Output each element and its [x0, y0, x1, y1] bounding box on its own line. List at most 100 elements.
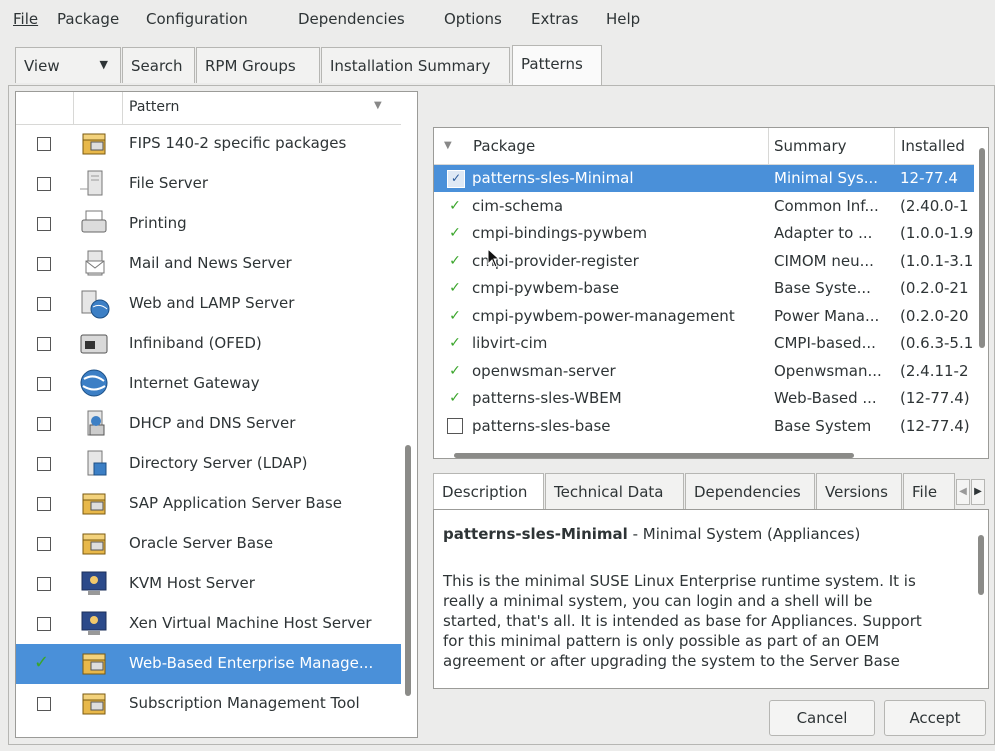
menu-options[interactable]: Options [444, 10, 502, 28]
sort-chevron-icon: ▼ [444, 140, 452, 151]
tab-scroll-right-icon[interactable]: ▶ [971, 479, 985, 505]
auto-install-icon[interactable]: ✓ [447, 335, 463, 351]
package-icon [78, 647, 110, 679]
auto-install-icon[interactable]: ✓ [447, 308, 463, 324]
package-row[interactable]: ✓ cim-schema Common Inf... (2.40.0-1 [434, 193, 974, 220]
package-row[interactable]: ✓ cmpi-bindings-pywbem Adapter to ... (1.0.… [434, 220, 974, 247]
pattern-row[interactable]: File Server [16, 164, 401, 204]
menu-bar: File Package Configuration Dependencies … [0, 0, 995, 40]
package-row[interactable]: ✓ cmpi-pywbem-base Base Syste... (0.2.0-21 [434, 275, 974, 302]
tab-installation-summary[interactable]: Installation Summary [321, 47, 510, 83]
package-summary: Power Mana... [774, 306, 880, 325]
package-row[interactable]: ✓ patterns-sles-Minimal Minimal Sys... 12-7… [434, 165, 974, 192]
pattern-checkbox[interactable] [37, 257, 51, 271]
pattern-row[interactable]: Mail and News Server [16, 244, 401, 284]
tab-technical-data[interactable]: Technical Data [545, 473, 684, 509]
pattern-row[interactable]: Internet Gateway [16, 364, 401, 404]
package-table: ▼ Package Summary Installed ✓ patterns-sl… [433, 127, 989, 459]
installed-checkbox-icon[interactable]: ✓ [447, 170, 465, 188]
package-row[interactable]: patterns-sles-base Base System (12-77.4) [434, 413, 974, 440]
pattern-checkbox[interactable] [37, 577, 51, 591]
package-table-header: ▼ Package Summary Installed [434, 128, 974, 165]
pattern-checkbox[interactable] [37, 337, 51, 351]
package-name: libvirt-cim [472, 334, 548, 352]
auto-install-icon[interactable]: ✓ [447, 198, 463, 214]
pattern-row[interactable]: Infiniband (OFED) [16, 324, 401, 364]
pattern-row[interactable]: Oracle Server Base [16, 524, 401, 564]
accept-button[interactable]: Accept [884, 700, 986, 736]
package-column-header[interactable]: Package [473, 137, 535, 155]
auto-install-icon[interactable]: ✓ [447, 280, 463, 296]
package-vscrollbar[interactable] [979, 148, 985, 348]
pattern-row[interactable]: DHCP and DNS Server [16, 404, 401, 444]
description-line: agreement or after upgrading the system … [443, 652, 900, 670]
tab-search[interactable]: Search [122, 47, 195, 83]
package-checkbox[interactable] [447, 417, 463, 434]
pattern-column-header[interactable]: Pattern [129, 99, 179, 115]
description-panel: patterns-sles-Minimal - Minimal System (… [433, 509, 989, 689]
chevron-down-icon: ▼ [99, 58, 108, 71]
cancel-button[interactable]: Cancel [769, 700, 875, 736]
pattern-checkbox[interactable] [37, 697, 51, 711]
pattern-checkbox[interactable] [37, 457, 51, 471]
package-hscrollbar[interactable] [454, 453, 854, 458]
pattern-row[interactable]: FIPS 140-2 specific packages [16, 124, 401, 164]
pattern-row[interactable]: Web and LAMP Server [16, 284, 401, 324]
pattern-checkbox[interactable] [37, 137, 51, 151]
auto-install-icon[interactable]: ✓ [447, 225, 463, 241]
virtual-machine-icon [78, 567, 110, 599]
menu-configuration[interactable]: Configuration [146, 10, 248, 28]
package-row[interactable]: ✓ libvirt-cim CMPI-based... (0.6.3-5.1 [434, 330, 974, 357]
auto-install-icon[interactable]: ✓ [447, 363, 463, 379]
menu-help[interactable]: Help [606, 10, 640, 28]
pattern-checkbox[interactable] [37, 617, 51, 631]
view-dropdown[interactable]: View ▼ [15, 47, 121, 83]
pattern-checkbox[interactable] [37, 537, 51, 551]
summary-column-header[interactable]: Summary [774, 137, 847, 155]
menu-extras[interactable]: Extras [531, 10, 578, 28]
package-icon [78, 527, 110, 559]
package-row[interactable]: ✓ openwsman-server Openwsman... (2.4.11-2 [434, 358, 974, 385]
tab-scroll-left-icon[interactable]: ◀ [956, 479, 970, 505]
pattern-checkbox[interactable] [37, 217, 51, 231]
menu-dependencies[interactable]: Dependencies [298, 10, 405, 28]
pattern-row[interactable]: Subscription Management Tool [16, 684, 401, 724]
pattern-row[interactable]: KVM Host Server [16, 564, 401, 604]
package-name: patterns-sles-Minimal [472, 169, 634, 187]
tab-file[interactable]: File [903, 473, 955, 509]
description-scrollbar[interactable] [978, 535, 984, 595]
package-row[interactable]: ✓ cmpi-pywbem-power-management Power Mana.… [434, 303, 974, 330]
menu-file[interactable]: File [13, 10, 38, 28]
auto-install-icon[interactable]: ✓ [447, 253, 463, 269]
tab-description[interactable]: Description [433, 473, 544, 510]
pattern-row[interactable]: ✓ Web-Based Enterprise Manage... [16, 644, 401, 684]
package-installed-version: 12-77.4 [900, 169, 958, 187]
pattern-checkbox[interactable] [37, 177, 51, 191]
package-row[interactable]: ✓ cmpi-provider-register CIMOM neu... (1.0.… [434, 248, 974, 275]
pattern-row[interactable]: SAP Application Server Base [16, 484, 401, 524]
package-installed-version: (12-77.4) [900, 416, 970, 435]
pattern-checkbox[interactable] [37, 297, 51, 311]
pattern-checkbox[interactable] [37, 417, 51, 431]
package-row[interactable]: ✓ patterns-sles-WBEM Web-Based ... (12-77.4… [434, 385, 974, 412]
tab-versions[interactable]: Versions [816, 473, 902, 509]
pattern-row[interactable]: Directory Server (LDAP) [16, 444, 401, 484]
tab-dependencies[interactable]: Dependencies [685, 473, 815, 509]
description-line: for this minimal pattern is only possibl… [443, 632, 880, 650]
pattern-checkbox[interactable] [37, 497, 51, 511]
patterns-scrollbar[interactable] [405, 445, 411, 696]
description-body: This is the minimal SUSE Linux Enterpris… [443, 571, 922, 671]
tab-rpm-groups[interactable]: RPM Groups [196, 47, 320, 83]
checkmark-icon[interactable]: ✓ [34, 652, 49, 673]
package-installed-version: (0.6.3-5.1 [900, 334, 974, 352]
pattern-row[interactable]: Printing [16, 204, 401, 244]
pattern-row[interactable]: Xen Virtual Machine Host Server [16, 604, 401, 644]
package-summary: Web-Based ... [774, 389, 877, 407]
tab-patterns[interactable]: Patterns [512, 45, 602, 85]
menu-package[interactable]: Package [57, 10, 119, 28]
pattern-checkbox[interactable] [37, 377, 51, 391]
package-name: cmpi-pywbem-base [472, 279, 620, 297]
installed-column-header[interactable]: Installed [901, 137, 965, 155]
tab-versions-label: Versions [825, 483, 888, 501]
auto-install-icon[interactable]: ✓ [447, 390, 463, 406]
